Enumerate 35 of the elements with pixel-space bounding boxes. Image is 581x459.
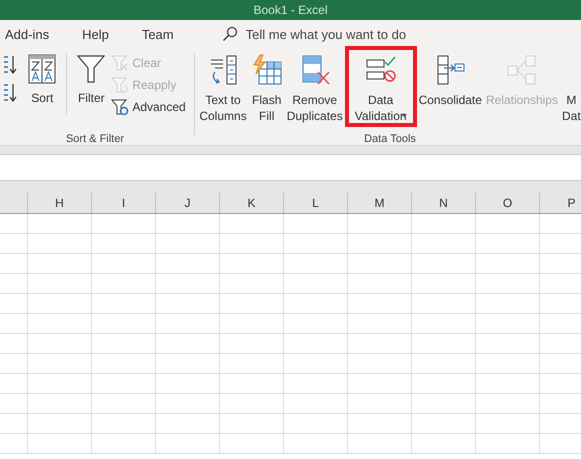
search-field[interactable]: Tell me what you want to do xyxy=(222,26,436,42)
sort-ascending-icon[interactable] xyxy=(4,54,18,76)
ribbon-button[interactable]: M Dat xyxy=(560,54,581,124)
column-header[interactable]: N xyxy=(412,193,476,213)
small-funnel-icon xyxy=(111,54,130,72)
search-icon xyxy=(222,26,238,42)
ribbon-button[interactable]: Consolidate xyxy=(416,54,484,108)
funnel-icon xyxy=(77,54,106,84)
column-header[interactable]: P xyxy=(540,193,581,213)
column-header[interactable]: K xyxy=(220,193,284,213)
sort-descending-icon[interactable] xyxy=(4,82,18,104)
flash-fill-icon xyxy=(250,54,283,86)
column-header[interactable]: O xyxy=(476,193,540,213)
column-header[interactable]: J xyxy=(156,193,220,213)
column-header[interactable]: H xyxy=(28,193,92,213)
relationships-icon xyxy=(506,54,538,86)
ribbon-button[interactable]: Text to Columns xyxy=(197,54,249,124)
column-header[interactable]: L xyxy=(284,193,348,213)
sort-dialog-icon xyxy=(28,54,56,84)
ribbon-button[interactable]: Data Validation xyxy=(352,54,409,118)
group-label: Data Tools xyxy=(364,133,416,145)
ribbon-button[interactable]: Flash Fill xyxy=(248,54,285,124)
ribbon-tab[interactable]: Team xyxy=(136,26,174,42)
small-funnel-icon xyxy=(111,76,130,94)
ribbon-tab[interactable]: Add-ins xyxy=(0,26,50,42)
group-label: Sort & Filter xyxy=(66,133,124,145)
small-funnel-icon xyxy=(111,98,130,116)
column-header[interactable]: I xyxy=(92,193,156,213)
ribbon-button[interactable]: Remove Duplicates xyxy=(284,54,345,124)
sort-button[interactable]: Sort xyxy=(26,54,58,106)
ribbon-tab[interactable]: Help xyxy=(77,26,109,42)
window-title: Book1 - Excel xyxy=(253,3,328,17)
column-header[interactable]: M xyxy=(348,193,412,213)
ribbon-small-button[interactable]: Advanced xyxy=(111,98,186,116)
filter-button[interactable]: Filter xyxy=(75,54,108,106)
